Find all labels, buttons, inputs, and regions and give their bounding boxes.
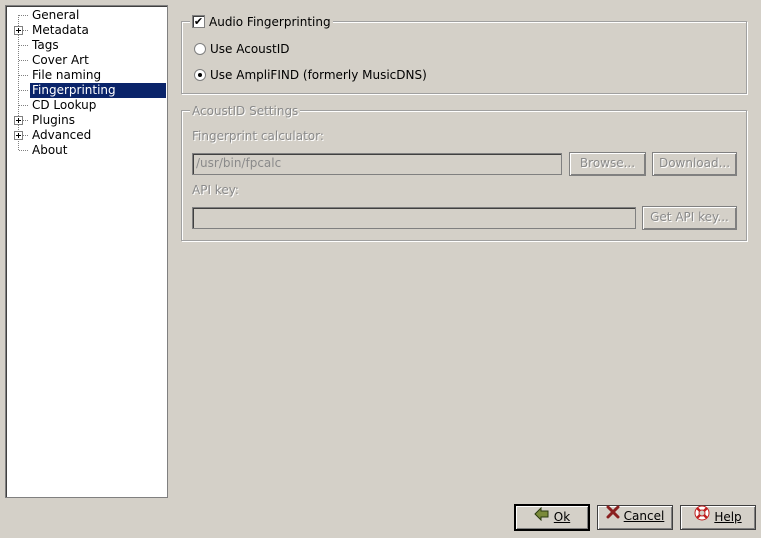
api-key-label: API key: xyxy=(192,183,239,197)
tree-branch-line xyxy=(19,90,28,91)
ok-button[interactable]: Ok xyxy=(514,504,590,531)
help-button[interactable]: Help xyxy=(680,505,756,530)
tree-item-label: General xyxy=(32,8,80,22)
tree-item-label: Advanced xyxy=(32,128,92,142)
tree-item-label: About xyxy=(32,143,68,157)
acoustid-settings-group: AcoustID Settings Fingerprint calculator… xyxy=(181,103,747,241)
expand-plus-icon[interactable] xyxy=(14,26,23,35)
tree-branch-line xyxy=(19,105,28,106)
tree-item-label: Plugins xyxy=(32,113,75,127)
get-api-key-button[interactable]: Get API key... xyxy=(642,206,737,230)
use-acoustid-option[interactable]: Use AcoustID xyxy=(194,40,290,58)
cancel-label: Cancel xyxy=(623,509,665,523)
settings-tree[interactable]: General Metadata Tags Cover Art File naming F… xyxy=(5,5,168,498)
tree-branch-line xyxy=(19,60,28,61)
ok-label: Ok xyxy=(553,510,571,524)
help-label: Help xyxy=(714,510,742,524)
tree-item-plugins[interactable]: Plugins xyxy=(6,113,165,128)
cancel-button[interactable]: Cancel xyxy=(597,505,673,530)
tree-item-cover-art[interactable]: Cover Art xyxy=(6,53,165,68)
tree-item-about[interactable]: About xyxy=(6,143,165,158)
tree-item-file-naming[interactable]: File naming xyxy=(6,68,165,83)
ok-arrow-icon xyxy=(534,506,550,528)
tree-branch-line xyxy=(19,150,28,151)
use-amplifind-label: Use AmpliFIND (formerly MusicDNS) xyxy=(210,68,427,82)
tree-branch-line xyxy=(19,75,28,76)
download-button[interactable]: Download... xyxy=(652,152,737,176)
tree-item-label: Tags xyxy=(32,38,59,52)
tree-item-label: File naming xyxy=(32,68,102,82)
tree-item-advanced[interactable]: Advanced xyxy=(6,128,165,143)
tree-item-fingerprinting[interactable]: Fingerprinting xyxy=(6,83,166,98)
expand-plus-icon[interactable] xyxy=(14,116,23,125)
tree-item-tags[interactable]: Tags xyxy=(6,38,165,53)
tree-branch-line xyxy=(19,15,28,16)
acoustid-settings-title: AcoustID Settings xyxy=(190,103,301,119)
fingerprint-calculator-label: Fingerprint calculator: xyxy=(192,129,324,143)
audio-fingerprinting-checkbox[interactable]: ✔ xyxy=(192,15,205,28)
audio-fingerprinting-group: ✔ Audio Fingerprinting Use AcoustID Use A… xyxy=(181,14,747,94)
use-acoustid-label: Use AcoustID xyxy=(210,42,290,56)
help-lifebuoy-icon xyxy=(694,505,710,528)
expand-plus-icon[interactable] xyxy=(14,131,23,140)
use-amplifind-option[interactable]: Use AmpliFIND (formerly MusicDNS) xyxy=(194,66,427,84)
tree-branch-line xyxy=(19,45,28,46)
tree-item-general[interactable]: General xyxy=(6,8,165,23)
audio-fingerprinting-label: Audio Fingerprinting xyxy=(209,15,331,29)
use-amplifind-radio[interactable] xyxy=(194,68,206,81)
fingerprint-calculator-field[interactable]: /usr/bin/fpcalc xyxy=(192,153,562,175)
browse-button[interactable]: Browse... xyxy=(569,152,646,176)
cancel-x-icon xyxy=(606,505,620,526)
tree-item-label: CD Lookup xyxy=(32,98,97,112)
use-acoustid-radio[interactable] xyxy=(194,42,206,55)
audio-fingerprinting-toggle[interactable]: ✔ Audio Fingerprinting xyxy=(190,14,333,30)
api-key-field[interactable] xyxy=(192,207,636,229)
tree-item-cd-lookup[interactable]: CD Lookup xyxy=(6,98,165,113)
tree-item-label: Cover Art xyxy=(32,53,89,67)
tree-item-metadata[interactable]: Metadata xyxy=(6,23,165,38)
tree-item-label: Fingerprinting xyxy=(30,83,166,98)
tree-item-label: Metadata xyxy=(32,23,89,37)
